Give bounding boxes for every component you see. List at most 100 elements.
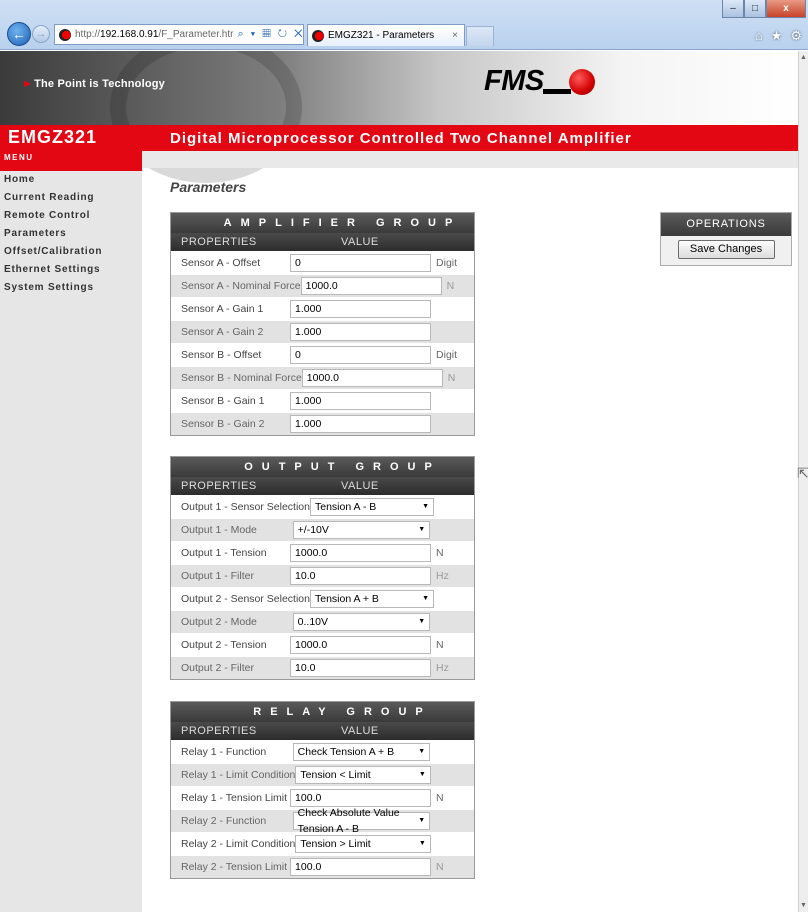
- param-input[interactable]: [290, 659, 432, 677]
- operations-panel: OPERATIONS Save Changes: [660, 212, 792, 266]
- group-title: OUTPUT GROUP: [171, 457, 474, 477]
- product-subtitle: Digital Microprocessor Controlled Two Ch…: [170, 130, 632, 147]
- save-changes-button[interactable]: Save Changes: [677, 240, 775, 259]
- sidebar-item-ethernet-settings[interactable]: Ethernet Settings: [0, 261, 142, 279]
- param-select[interactable]: Check Absolute Value Tension A - B ▼: [292, 807, 431, 835]
- param-input[interactable]: [290, 415, 432, 433]
- minimize-button[interactable]: –: [722, 0, 744, 18]
- chevron-down-icon: ▼: [418, 771, 426, 778]
- sidebar-item-parameters[interactable]: Parameters: [0, 225, 142, 243]
- param-label: Sensor A - Nominal Force: [181, 280, 301, 292]
- logo-text: FMS: [484, 65, 544, 97]
- table-row: Relay 1 - Limit Condition Tension < Limit…: [171, 763, 474, 786]
- param-input[interactable]: [301, 369, 443, 387]
- sidebar-item-system-settings[interactable]: System Settings: [0, 279, 142, 297]
- product-name: EMGZ321: [8, 127, 98, 147]
- chevron-down-icon: ▼: [422, 503, 430, 510]
- close-window-button[interactable]: x: [766, 0, 806, 18]
- scroll-up-icon[interactable]: ▲: [800, 54, 807, 61]
- param-unit: N: [446, 280, 455, 292]
- param-label: Relay 1 - Limit Condition: [181, 769, 296, 781]
- param-unit: Digit: [436, 257, 458, 269]
- back-button[interactable]: ←: [7, 22, 31, 46]
- param-input[interactable]: [290, 323, 432, 341]
- param-unit: N: [436, 547, 444, 559]
- param-unit: N: [436, 861, 444, 873]
- home-icon[interactable]: ⌂: [755, 28, 763, 44]
- maximize-button[interactable]: □: [744, 0, 766, 18]
- tab-close-icon[interactable]: ×: [452, 30, 458, 41]
- tab-emgz321-parameters[interactable]: EMGZ321 - Parameters ×: [307, 24, 465, 46]
- chevron-down-icon: ▼: [418, 748, 426, 755]
- logo-bar: [542, 89, 571, 94]
- table-row: Output 2 - Filter Hz: [171, 656, 474, 679]
- table-row: Sensor B - Nominal Force N: [171, 366, 474, 389]
- table-row: Relay 2 - Tension Limit N: [171, 855, 474, 878]
- param-input[interactable]: [290, 544, 432, 562]
- param-label: Relay 1 - Function: [181, 746, 267, 758]
- tagline: ►The Point is Technology: [22, 78, 165, 90]
- gear-icon[interactable]: ⚙: [790, 28, 802, 44]
- param-label: Relay 2 - Function: [181, 815, 267, 827]
- sidebar: MENU Home Current Reading Remote Control…: [0, 151, 142, 912]
- param-input[interactable]: [290, 346, 432, 364]
- logo-dot-icon: [568, 68, 595, 95]
- url-path: /F_Parameter.htr: [158, 29, 234, 40]
- select-value: Tension A + B: [315, 593, 379, 605]
- select-value: Tension < Limit: [300, 769, 371, 781]
- param-label: Output 1 - Mode: [181, 524, 257, 536]
- table-row: Output 1 - Mode +/-10V ▼: [171, 518, 474, 541]
- param-select[interactable]: Tension A + B ▼: [310, 590, 435, 608]
- param-input[interactable]: [290, 567, 432, 585]
- param-input[interactable]: [290, 636, 432, 654]
- group-title: RELAY GROUP: [171, 702, 474, 722]
- browser-toolbar-icons: ⌂ ★ ⚙: [755, 28, 802, 44]
- param-input[interactable]: [290, 300, 432, 318]
- param-input[interactable]: [290, 858, 432, 876]
- param-unit: N: [436, 792, 444, 804]
- param-select[interactable]: +/-10V ▼: [292, 521, 431, 539]
- sidebar-item-offset-calibration[interactable]: Offset/Calibration: [0, 243, 142, 261]
- sidebar-item-current-reading[interactable]: Current Reading: [0, 189, 142, 207]
- param-unit: Digit: [436, 349, 458, 361]
- param-label: Sensor B - Offset: [181, 349, 262, 361]
- header-banner: ►The Point is Technology FMS: [0, 51, 798, 183]
- table-row: Relay 1 - Function Check Tension A + B ▼: [171, 740, 474, 763]
- scroll-down-icon[interactable]: ▼: [800, 902, 807, 909]
- select-value: 0..10V: [297, 616, 329, 628]
- address-bar[interactable]: http://192.168.0.91/F_Parameter.htr ⌕ ▾ …: [54, 24, 304, 45]
- param-label: Output 2 - Sensor Selection: [181, 593, 310, 605]
- param-select[interactable]: Check Tension A + B ▼: [292, 743, 431, 761]
- param-input[interactable]: [300, 277, 442, 295]
- col-properties: PROPERTIES: [181, 236, 257, 248]
- new-tab-button[interactable]: [466, 26, 494, 46]
- table-row: Sensor A - Nominal Force N: [171, 274, 474, 297]
- col-value: VALUE: [341, 480, 379, 492]
- fms-favicon-icon: [312, 29, 324, 42]
- param-input[interactable]: [290, 254, 432, 272]
- param-select[interactable]: Tension A - B ▼: [310, 498, 435, 516]
- table-row: Relay 2 - Limit Condition Tension > Limit…: [171, 832, 474, 855]
- mouse-cursor-icon: ⇱: [797, 465, 808, 481]
- col-properties: PROPERTIES: [181, 480, 257, 492]
- param-label: Output 1 - Tension: [181, 547, 267, 559]
- param-input[interactable]: [290, 392, 432, 410]
- param-select[interactable]: 0..10V ▼: [292, 613, 431, 631]
- page-content: ►The Point is Technology FMS EMGZ321 Dig…: [0, 51, 798, 912]
- forward-button[interactable]: →: [32, 25, 50, 43]
- address-bar-icons[interactable]: ⌕ ▾ ▦ ↻ ✕: [237, 28, 303, 41]
- content-top-strip: [142, 151, 798, 168]
- page-title: Parameters: [170, 179, 247, 195]
- param-select[interactable]: Tension > Limit ▼: [295, 835, 431, 853]
- param-label: Sensor B - Nominal Force: [181, 372, 302, 384]
- param-label: Output 2 - Tension: [181, 639, 267, 651]
- sidebar-item-home[interactable]: Home: [0, 171, 142, 189]
- param-label: Relay 1 - Tension Limit: [181, 792, 288, 804]
- chevron-down-icon: ▼: [418, 526, 426, 533]
- param-select[interactable]: Tension < Limit ▼: [295, 766, 431, 784]
- col-properties: PROPERTIES: [181, 725, 257, 737]
- favorites-star-icon[interactable]: ★: [771, 28, 783, 44]
- sidebar-item-remote-control[interactable]: Remote Control: [0, 207, 142, 225]
- operations-title: OPERATIONS: [661, 213, 791, 236]
- col-value: VALUE: [341, 725, 379, 737]
